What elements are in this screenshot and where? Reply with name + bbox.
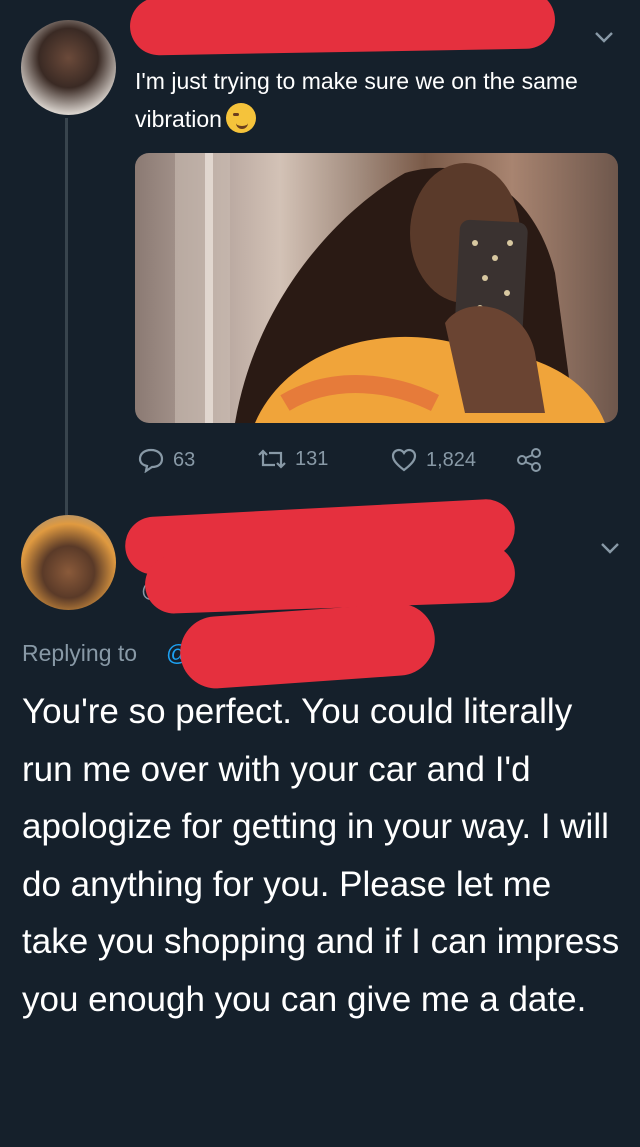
tweet-actions: 63 131 1,824 [137, 447, 557, 477]
redacted-username [129, 0, 556, 56]
chevron-down-icon[interactable] [594, 24, 614, 50]
reply-icon [138, 448, 164, 473]
tweet-text: I'm just trying to make sure we on the s… [135, 62, 605, 138]
avatar[interactable] [21, 515, 116, 610]
like-count: 1,824 [426, 448, 477, 471]
reply-button[interactable]: 63 [137, 447, 195, 473]
tweet-text: You're so perfect. You could literally r… [22, 692, 620, 1019]
avatar[interactable] [21, 20, 116, 115]
chevron-down-icon[interactable] [600, 535, 620, 561]
retweet-button[interactable]: 131 [257, 447, 328, 471]
redacted-handle [144, 543, 516, 615]
share-button[interactable] [515, 447, 543, 473]
smirking-face-icon [225, 103, 256, 133]
tweet-photo[interactable] [135, 153, 618, 423]
like-button[interactable]: 1,824 [390, 447, 476, 473]
share-icon [517, 448, 541, 472]
tweet-text-content: I'm just trying to make sure we on the s… [135, 68, 578, 132]
thread-line [65, 118, 68, 518]
retweet-count: 131 [295, 447, 329, 470]
retweet-icon [258, 449, 286, 469]
heart-icon [391, 448, 417, 472]
reply-count: 63 [173, 448, 196, 471]
replying-to-label: Replying to [22, 640, 138, 666]
redacted-mention [177, 601, 438, 691]
